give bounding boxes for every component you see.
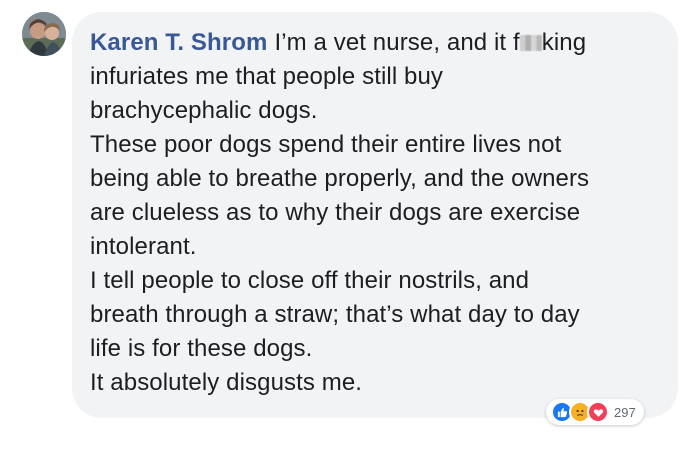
comment-line: being able to breathe properly, and the … — [90, 165, 590, 192]
reactions-summary[interactable]: 297 — [546, 399, 644, 425]
comment-text-segment: I’m a vet nurse, and it f — [274, 29, 520, 56]
comment-text-segment: king — [541, 29, 587, 56]
comment-text: Karen T. Shrom I’m a vet nurse, and it f k… — [90, 26, 658, 400]
love-icon — [587, 401, 609, 423]
censor-blur — [519, 35, 542, 51]
comment-line: These poor dogs spend their entire lives… — [90, 131, 562, 158]
author-name-link[interactable]: Karen T. Shrom — [90, 29, 267, 56]
comment-line: infuriates me that people still buy — [90, 63, 444, 90]
avatar-photo — [22, 12, 66, 56]
comment-line: brachycephalic dogs. — [90, 97, 318, 124]
comment-bubble: Karen T. Shrom I’m a vet nurse, and it f k… — [72, 12, 678, 418]
reaction-icons — [551, 401, 609, 423]
avatar[interactable] — [22, 12, 66, 56]
comment-line: life is for these dogs. — [90, 335, 313, 362]
comment-line: breath through a straw; that’s what day … — [90, 301, 580, 328]
comment-line: It absolutely disgusts me. — [90, 369, 363, 396]
reaction-count: 297 — [614, 404, 636, 420]
comment-line: intolerant. — [90, 233, 197, 260]
comment-line: I tell people to close off their nostril… — [90, 267, 530, 294]
comment-line: Karen T. Shrom I’m a vet nurse, and it f k… — [90, 26, 658, 60]
comment-line: are clueless as to why their dogs are ex… — [90, 199, 581, 226]
